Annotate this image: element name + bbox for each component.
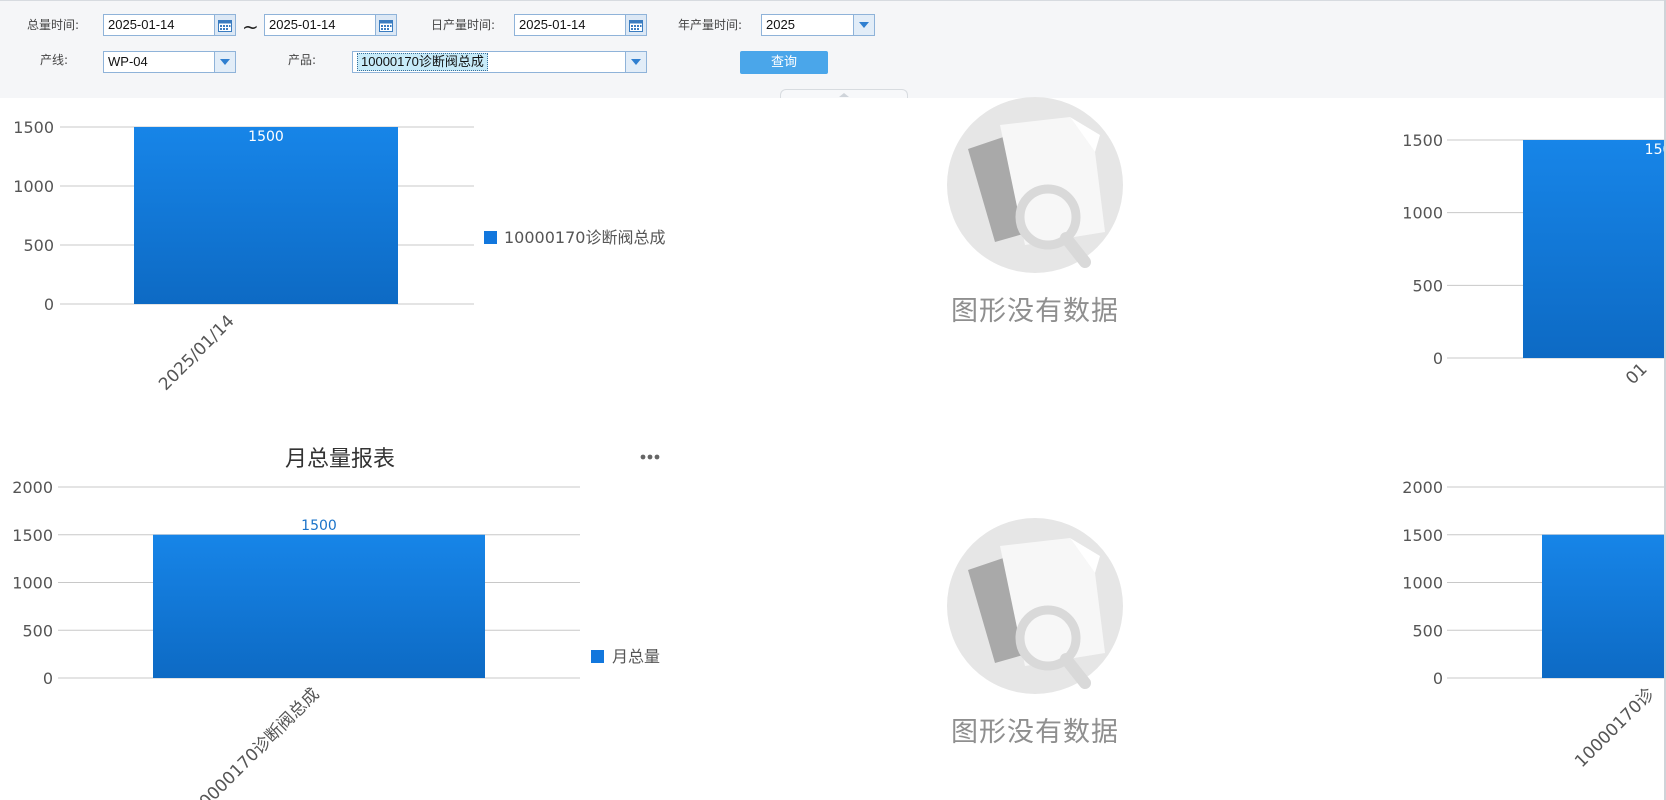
year-select[interactable]: 2025 — [761, 14, 875, 36]
y-tick-label: 500 — [1412, 276, 1443, 295]
y-tick-label: 1500 — [13, 118, 54, 137]
y-tick-label: 500 — [1412, 621, 1443, 640]
y-tick-label: 0 — [44, 295, 54, 314]
x-tick-label: 01 — [1622, 359, 1651, 388]
no-data-placeholder: 图形没有数据 — [940, 97, 1130, 337]
calendar-icon[interactable] — [625, 15, 646, 35]
chevron-down-icon[interactable] — [853, 15, 874, 35]
total-time-label: 总量时间: — [27, 18, 80, 32]
chevron-down-icon[interactable] — [625, 52, 646, 72]
product-label: 产品: — [288, 53, 317, 67]
y-tick-label: 500 — [22, 621, 53, 640]
calendar-icon[interactable] — [375, 15, 396, 35]
data-label: 1500 — [301, 518, 337, 534]
line-label: 产线: — [40, 53, 69, 67]
x-tick-label: 10000170诊断阀总成 — [188, 684, 323, 800]
x-tick-label: 2025/01/14 — [155, 311, 238, 394]
y-tick-label: 2000 — [1402, 478, 1443, 497]
bar[interactable] — [1523, 140, 1666, 358]
filter-bar: 总量时间: 2025-01-14 ~ 2025-01-14 日产量时间: 202… — [0, 0, 1666, 98]
y-tick-label: 1500 — [1402, 131, 1443, 150]
range-separator: ~ — [242, 15, 259, 39]
product-select-value: 10000170诊断阀总成 — [357, 53, 488, 71]
bar[interactable] — [1542, 534, 1666, 678]
y-tick-label: 500 — [23, 236, 54, 255]
total-end-date-value: 2025-01-14 — [269, 17, 336, 32]
query-button[interactable]: 查询 — [740, 51, 828, 74]
chart-title: 月总量报表 — [285, 447, 395, 472]
no-data-text: 图形没有数据 — [951, 296, 1119, 327]
total-start-date-value: 2025-01-14 — [108, 17, 175, 32]
product-select[interactable]: 10000170诊断阀总成 — [352, 51, 647, 73]
y-tick-label: 0 — [43, 669, 53, 688]
daily-output-chart: 0 500 1000 1500 1500 2025/01/14 10000170诊断阀总成 — [13, 118, 665, 395]
bar[interactable] — [134, 127, 398, 304]
y-tick-label: 1000 — [12, 574, 53, 593]
y-tick-label: 1000 — [1402, 204, 1443, 223]
no-data-placeholder: 图形没有数据 — [940, 518, 1130, 758]
y-tick-label: 1500 — [1402, 526, 1443, 545]
y-tick-label: 2000 — [12, 478, 53, 497]
y-tick-label: 0 — [1433, 349, 1443, 368]
line-select[interactable]: WP-04 — [103, 51, 236, 73]
legend-swatch — [484, 231, 497, 244]
bar[interactable] — [153, 534, 485, 678]
line-select-value: WP-04 — [108, 54, 148, 69]
total-end-date-field[interactable]: 2025-01-14 — [264, 14, 397, 36]
data-label: 1500 — [248, 129, 284, 145]
chevron-down-icon[interactable] — [214, 52, 235, 72]
daily-date-value: 2025-01-14 — [519, 17, 586, 32]
x-tick-label: 10000170诊 — [1571, 684, 1658, 771]
no-data-icon — [947, 97, 1123, 273]
no-data-icon — [947, 518, 1123, 694]
legend-label: 月总量 — [612, 647, 660, 666]
more-options-icon[interactable] — [640, 454, 660, 460]
yearly-output-chart: 0 500 1000 1500 1500 01 — [1402, 131, 1666, 389]
daily-date-field[interactable]: 2025-01-14 — [514, 14, 647, 36]
year-select-value: 2025 — [766, 17, 795, 32]
collapse-toggle[interactable] — [780, 89, 908, 98]
product-total-chart: 0 500 1000 1500 2000 10000170诊 — [1402, 478, 1666, 772]
y-tick-label: 0 — [1433, 669, 1443, 688]
monthly-total-chart: 月总量报表 0500100015002000150010000170诊断阀总成 … — [12, 447, 660, 800]
y-tick-label: 1000 — [1402, 574, 1443, 593]
data-label: 1500 — [1645, 142, 1666, 158]
calendar-icon[interactable] — [214, 15, 235, 35]
yearly-time-label: 年产量时间: — [678, 18, 743, 32]
y-tick-label: 1500 — [12, 526, 53, 545]
y-tick-label: 1000 — [13, 177, 54, 196]
legend-swatch — [591, 650, 604, 663]
daily-time-label: 日产量时间: — [431, 18, 496, 32]
legend-label: 10000170诊断阀总成 — [504, 228, 665, 247]
total-start-date-field[interactable]: 2025-01-14 — [103, 14, 236, 36]
no-data-text: 图形没有数据 — [951, 717, 1119, 748]
